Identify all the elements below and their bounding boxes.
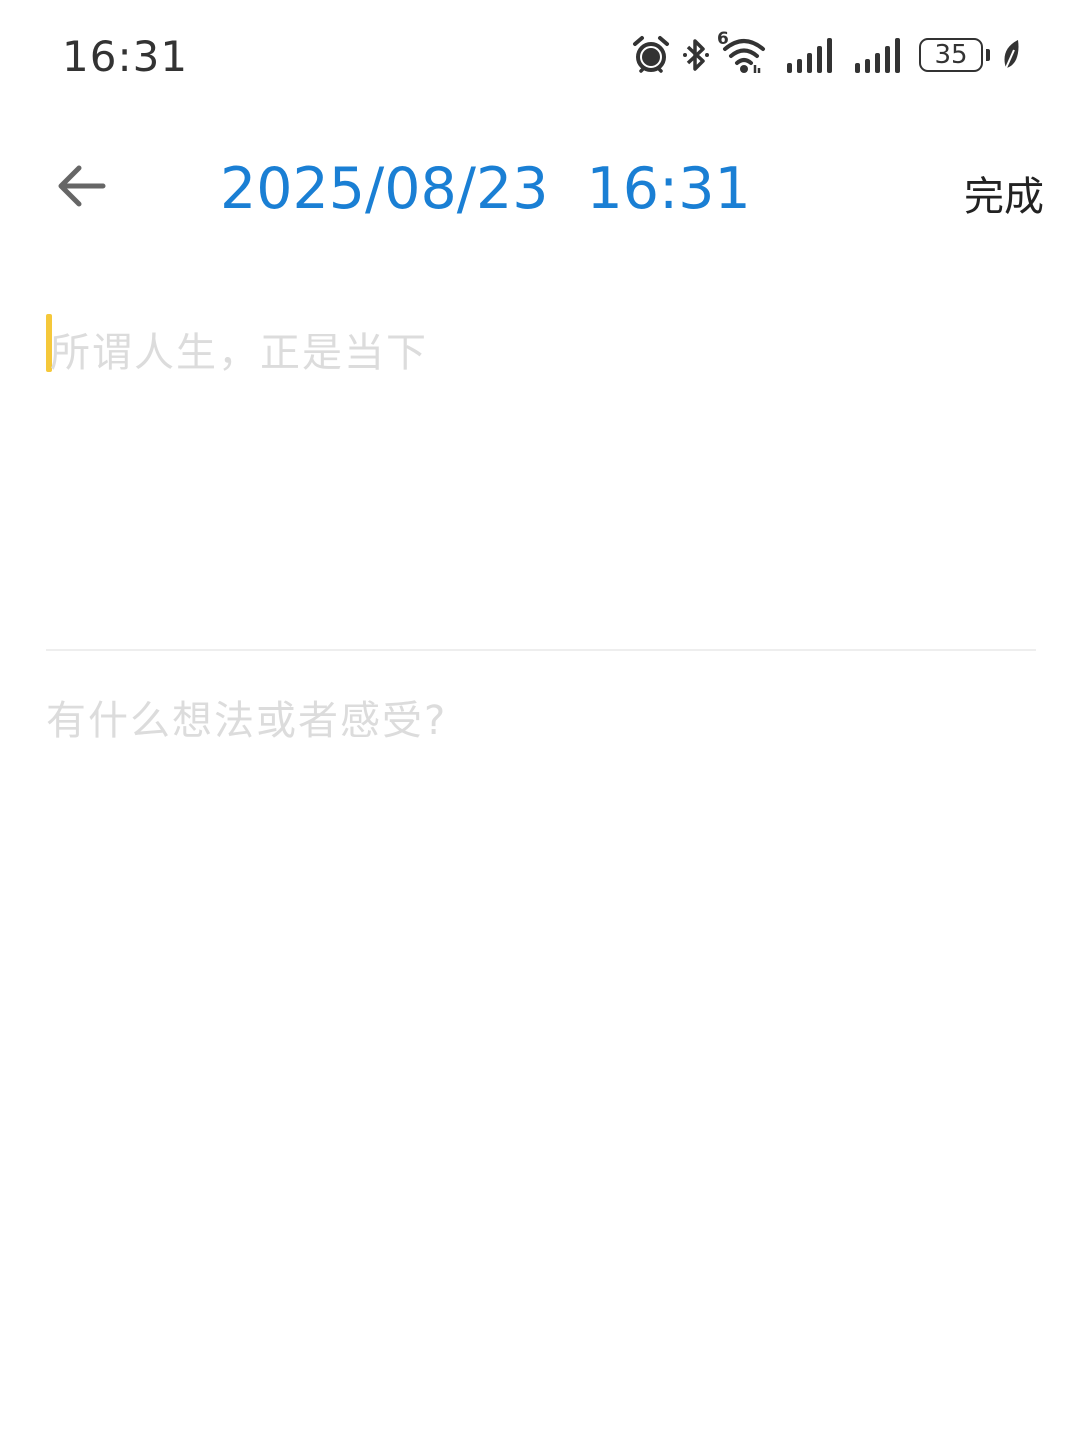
title-placeholder: 所谓人生，正是当下 [50,330,428,376]
alarm-icon [631,35,671,75]
battery-level: 35 [919,38,983,72]
signal-icon [853,35,901,75]
content-input[interactable]: 有什么想法或者感受? [46,680,1036,1280]
title-input[interactable]: 所谓人生，正是当下 [46,314,1036,614]
bluetooth-icon [681,35,711,75]
status-time: 16:31 [62,32,189,81]
leaf-icon [1000,38,1022,72]
header-date: 2025/08/23 [220,156,549,222]
status-icons: 6 35 [631,29,1022,78]
divider [46,649,1036,651]
date-time-selector[interactable]: 2025/08/23 16:31 [220,156,751,222]
signal-icon [785,35,833,75]
header-time: 16:31 [586,156,751,222]
header: 2025/08/23 16:31 完成 [0,120,1080,260]
content-placeholder: 有什么想法或者感受? [46,698,448,744]
battery-icon: 35 [919,38,990,72]
wifi-icon: 6 [717,29,767,75]
back-button[interactable] [48,160,114,216]
status-bar: 16:31 6 35 [0,0,1080,110]
arrow-left-icon [55,164,107,212]
wifi-6-label: 6 [717,29,729,49]
done-button[interactable]: 完成 [964,164,1044,222]
battery-tip [986,49,990,61]
